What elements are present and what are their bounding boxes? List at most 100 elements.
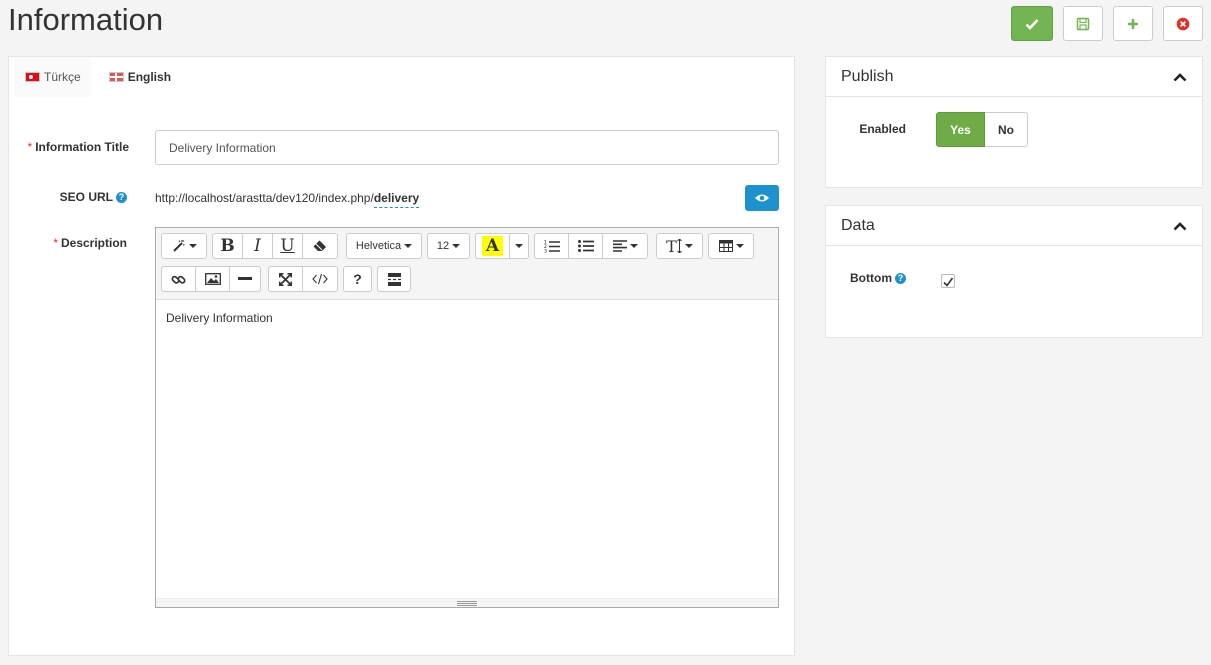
seo-url-value: http://localhost/arastta/dev120/index.ph… bbox=[155, 191, 420, 208]
seo-url-label: SEO URL? bbox=[9, 190, 127, 204]
chevron-up-icon[interactable] bbox=[1173, 72, 1187, 82]
page-break-icon bbox=[387, 272, 401, 286]
enabled-no-button[interactable]: No bbox=[985, 112, 1028, 147]
font-name-group: Helvetica bbox=[346, 233, 422, 259]
insert-image-button[interactable] bbox=[195, 266, 230, 292]
ordered-list-icon: 1 2 3 bbox=[544, 240, 560, 254]
table-group bbox=[708, 233, 754, 259]
horizontal-rule-icon bbox=[238, 277, 252, 280]
help-icon[interactable]: ? bbox=[116, 192, 127, 203]
code-icon bbox=[312, 273, 328, 285]
information-title-input[interactable] bbox=[155, 130, 779, 165]
description-label: * Description bbox=[9, 236, 127, 250]
page-break-button[interactable] bbox=[377, 266, 411, 292]
label-text: SEO URL bbox=[59, 190, 113, 204]
information-title-label: * Information Title bbox=[11, 140, 129, 154]
editor-resize-bar[interactable] bbox=[156, 598, 778, 607]
seo-url-prefix: http://localhost/arastta/dev120/index.ph… bbox=[155, 191, 374, 205]
seo-keyword-editable[interactable]: delivery bbox=[373, 191, 420, 208]
enabled-toggle: Yes No bbox=[936, 112, 1028, 147]
tab-english[interactable]: English bbox=[99, 57, 181, 97]
paragraph-group: 1 2 3 bbox=[534, 233, 648, 259]
arrows-vertical-icon bbox=[676, 239, 682, 253]
checkmark-icon bbox=[943, 277, 954, 287]
insert-hr-button[interactable] bbox=[229, 266, 261, 292]
description-editor: B I U Helvetica 12 A 1 2 3 T ? Delivery … bbox=[155, 227, 779, 608]
help-group: ? bbox=[343, 266, 372, 292]
view-group bbox=[268, 266, 338, 292]
data-panel-header[interactable]: Data bbox=[826, 206, 1202, 246]
style-dropdown-button[interactable] bbox=[161, 233, 207, 259]
uk-flag-icon bbox=[108, 72, 124, 82]
image-icon bbox=[204, 273, 221, 285]
height-group: T bbox=[656, 233, 703, 259]
page-title: Information bbox=[8, 2, 164, 37]
save-close-button[interactable] bbox=[1011, 6, 1053, 41]
label-text: Description bbox=[60, 236, 127, 250]
font-color-icon: A bbox=[481, 236, 504, 256]
table-dropdown[interactable] bbox=[708, 233, 754, 259]
main-panel: Türkçe English *Information Title SEO UR… bbox=[8, 56, 795, 656]
save-new-button[interactable] bbox=[1113, 6, 1153, 41]
font-name-text: Helvetica bbox=[355, 240, 402, 252]
magic-wand-icon bbox=[172, 240, 185, 252]
language-tabs: Türkçe English bbox=[15, 57, 181, 97]
label-text: Information Title bbox=[35, 140, 129, 154]
color-dropdown-button[interactable] bbox=[509, 233, 529, 259]
font-family-dropdown[interactable]: Helvetica bbox=[346, 233, 422, 259]
chevron-up-icon[interactable] bbox=[1173, 221, 1187, 231]
ordered-list-button[interactable]: 1 2 3 bbox=[534, 233, 569, 259]
editor-toolbar: B I U Helvetica 12 A 1 2 3 T ? bbox=[156, 228, 778, 300]
help-button[interactable]: ? bbox=[343, 266, 372, 292]
code-view-button[interactable] bbox=[302, 266, 338, 292]
help-icon[interactable]: ? bbox=[895, 273, 906, 284]
font-size-group: 12 bbox=[427, 233, 470, 259]
editor-content[interactable]: Delivery Information bbox=[156, 300, 778, 336]
italic-button[interactable]: I bbox=[242, 233, 273, 259]
top-actions bbox=[1011, 6, 1203, 41]
pagebreak-group bbox=[377, 266, 411, 292]
turkey-flag-icon bbox=[25, 72, 40, 82]
publish-panel-header[interactable]: Publish bbox=[826, 57, 1202, 97]
tab-label: Türkçe bbox=[44, 70, 81, 84]
insert-group bbox=[161, 266, 261, 292]
enabled-label: Enabled bbox=[859, 122, 906, 136]
tab-turkce[interactable]: Türkçe bbox=[15, 57, 91, 97]
tab-label: English bbox=[127, 70, 172, 84]
insert-link-button[interactable] bbox=[161, 266, 196, 292]
required-mark: * bbox=[53, 236, 58, 250]
style-group bbox=[161, 233, 207, 259]
recent-color-button[interactable]: A bbox=[475, 233, 510, 259]
link-icon bbox=[171, 275, 186, 284]
check-icon bbox=[1025, 18, 1039, 30]
save-icon bbox=[1076, 17, 1090, 30]
bottom-label: Bottom? bbox=[826, 271, 906, 285]
font-size-dropdown[interactable]: 12 bbox=[427, 233, 470, 259]
unordered-list-button[interactable] bbox=[568, 233, 603, 259]
resize-grip-icon bbox=[457, 601, 477, 606]
publish-panel: Publish Enabled Yes No bbox=[825, 56, 1203, 188]
fullscreen-button[interactable] bbox=[268, 266, 303, 292]
data-panel-title: Data bbox=[841, 216, 875, 234]
label-text: Bottom bbox=[850, 271, 892, 285]
close-circle-icon bbox=[1176, 17, 1190, 30]
svg-text:3: 3 bbox=[544, 249, 547, 254]
text-height-icon: T bbox=[666, 236, 677, 256]
font-style-group: B I U bbox=[212, 233, 338, 259]
cancel-button[interactable] bbox=[1163, 6, 1203, 41]
eraser-icon bbox=[313, 240, 326, 251]
line-height-dropdown[interactable]: T bbox=[656, 233, 703, 259]
table-icon bbox=[718, 240, 733, 252]
plus-icon bbox=[1128, 18, 1138, 29]
enabled-yes-button[interactable]: Yes bbox=[936, 112, 985, 147]
unordered-list-icon bbox=[577, 240, 594, 252]
preview-seo-button[interactable] bbox=[745, 185, 779, 211]
bold-button[interactable]: B bbox=[212, 233, 243, 259]
bottom-checkbox[interactable] bbox=[941, 274, 955, 288]
clear-format-button[interactable] bbox=[302, 233, 338, 259]
underline-button[interactable]: U bbox=[272, 233, 303, 259]
data-panel: Data Bottom? bbox=[825, 205, 1203, 338]
required-mark: * bbox=[27, 140, 33, 154]
save-button[interactable] bbox=[1063, 6, 1103, 41]
paragraph-align-dropdown[interactable] bbox=[602, 233, 648, 259]
